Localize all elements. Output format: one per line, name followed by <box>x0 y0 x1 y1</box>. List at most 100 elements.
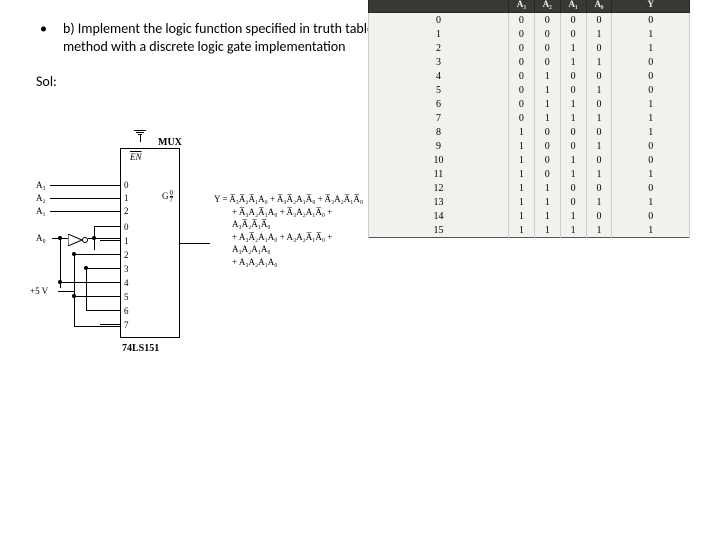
table-row: 810001 <box>369 125 690 139</box>
cell-a1: 0 <box>560 125 586 139</box>
cell-a1: 0 <box>560 139 586 153</box>
expr-t1: + A̅₃A₂A̅₁A₀ + A̅₃A₂A₁A̅₀ + A₃A̅₂A̅₁A̅₀ <box>214 206 364 231</box>
cell-a2: 0 <box>534 41 560 55</box>
cell-a0: 0 <box>586 125 612 139</box>
cell-a0: 1 <box>586 195 612 209</box>
circuit-diagram: MUX EN G07 A₃ A₂ A₁ 0 1 2 A₀ <box>30 108 210 398</box>
cell-a3: 1 <box>508 195 534 209</box>
table-row: 701111 <box>369 111 690 125</box>
data-pin-7: 7 <box>124 320 129 330</box>
cell-a2: 0 <box>534 27 560 41</box>
cell-y: 1 <box>612 125 690 139</box>
cell-a1: 0 <box>560 27 586 41</box>
cell-d: 12 <box>369 181 509 195</box>
cell-y: 1 <box>612 195 690 209</box>
data-pin-0: 0 <box>124 222 129 232</box>
cell-a0: 1 <box>586 83 612 97</box>
expr-t2: + A₃A̅₂A₁A₀ + A₃A₂A̅₁A̅₀ + A₃A₂A₁A₀ <box>214 231 364 256</box>
cell-y: 0 <box>612 83 690 97</box>
cell-a0: 0 <box>586 69 612 83</box>
cell-y: 0 <box>612 209 690 223</box>
cell-d: 0 <box>369 13 509 28</box>
cell-a3: 1 <box>508 139 534 153</box>
cell-a1: 0 <box>560 195 586 209</box>
cell-y: 0 <box>612 181 690 195</box>
g-label: G07 <box>162 190 173 204</box>
cell-a2: 1 <box>534 209 560 223</box>
cell-a2: 1 <box>534 223 560 238</box>
cell-a2: 0 <box>534 153 560 167</box>
table-row: 910010 <box>369 139 690 153</box>
cell-a1: 0 <box>560 13 586 28</box>
cell-a2: 0 <box>534 13 560 28</box>
cell-d: 10 <box>369 153 509 167</box>
data-pin-1: 1 <box>124 236 129 246</box>
cell-y: 1 <box>612 97 690 111</box>
table-row: 1411100 <box>369 209 690 223</box>
cell-d: 9 <box>369 139 509 153</box>
cell-a3: 0 <box>508 111 534 125</box>
data-pin-5: 5 <box>124 292 129 302</box>
cell-a1: 0 <box>560 83 586 97</box>
cell-a3: 0 <box>508 41 534 55</box>
cell-a0: 1 <box>586 111 612 125</box>
table-row: 401000 <box>369 69 690 83</box>
table-row: 1010100 <box>369 153 690 167</box>
th-a3: A₃ <box>508 0 534 13</box>
cell-y: 1 <box>612 41 690 55</box>
cell-a3: 1 <box>508 209 534 223</box>
expr-t0: A̅₃A̅₂A̅₁A₀ + A̅₃A̅₂A₁A̅₀ + A̅₃A₂A̅₁A̅₀ <box>229 194 363 204</box>
input-a3: A₃ <box>36 180 46 190</box>
th-a2: A₂ <box>534 0 560 13</box>
question-label: b) <box>63 20 75 37</box>
cell-d: 3 <box>369 55 509 69</box>
sel-pin-2: 2 <box>124 206 129 216</box>
th-decimal: DECIMAL DIGIT <box>369 0 509 13</box>
cell-a0: 0 <box>586 209 612 223</box>
truth-table: DECIMAL DIGIT INPUTS OUTPUT A₃ A₂ A₁ A₀ … <box>368 0 690 238</box>
cell-a2: 1 <box>534 83 560 97</box>
table-row: 300110 <box>369 55 690 69</box>
cell-a3: 0 <box>508 13 534 28</box>
inverter-icon <box>68 234 90 246</box>
bullet-glyph: • <box>40 20 47 55</box>
cell-a0: 0 <box>586 153 612 167</box>
cell-a3: 0 <box>508 97 534 111</box>
cell-d: 5 <box>369 83 509 97</box>
cell-a2: 0 <box>534 139 560 153</box>
input-a0: A₀ <box>36 233 46 243</box>
cell-d: 15 <box>369 223 509 238</box>
cell-y: 1 <box>612 223 690 238</box>
cell-a2: 1 <box>534 69 560 83</box>
cell-a1: 0 <box>560 181 586 195</box>
data-pin-4: 4 <box>124 278 129 288</box>
cell-y: 1 <box>612 167 690 181</box>
cell-a0: 1 <box>586 139 612 153</box>
cell-a3: 1 <box>508 125 534 139</box>
table-row: 000000 <box>369 13 690 28</box>
cell-a0: 0 <box>586 13 612 28</box>
data-pin-6: 6 <box>124 306 129 316</box>
cell-a0: 1 <box>586 27 612 41</box>
cell-a0: 0 <box>586 41 612 55</box>
cell-a1: 0 <box>560 69 586 83</box>
cell-d: 6 <box>369 97 509 111</box>
cell-a1: 1 <box>560 153 586 167</box>
cell-d: 8 <box>369 125 509 139</box>
input-a1: A₁ <box>36 206 46 216</box>
cell-d: 2 <box>369 41 509 55</box>
cell-a1: 1 <box>560 41 586 55</box>
cell-a1: 1 <box>560 111 586 125</box>
cell-a0: 1 <box>586 167 612 181</box>
cell-a1: 1 <box>560 97 586 111</box>
boolean-expression: Y = A̅₃A̅₂A̅₁A₀ + A̅₃A̅₂A₁A̅₀ + A̅₃A₂A̅₁… <box>214 108 364 269</box>
cell-a3: 0 <box>508 69 534 83</box>
cell-y: 0 <box>612 69 690 83</box>
cell-a2: 1 <box>534 111 560 125</box>
table-row: 601101 <box>369 97 690 111</box>
cell-a0: 1 <box>586 223 612 238</box>
cell-a2: 1 <box>534 195 560 209</box>
expr-lhs: Y = <box>214 194 229 204</box>
cell-a0: 1 <box>586 55 612 69</box>
cell-d: 13 <box>369 195 509 209</box>
